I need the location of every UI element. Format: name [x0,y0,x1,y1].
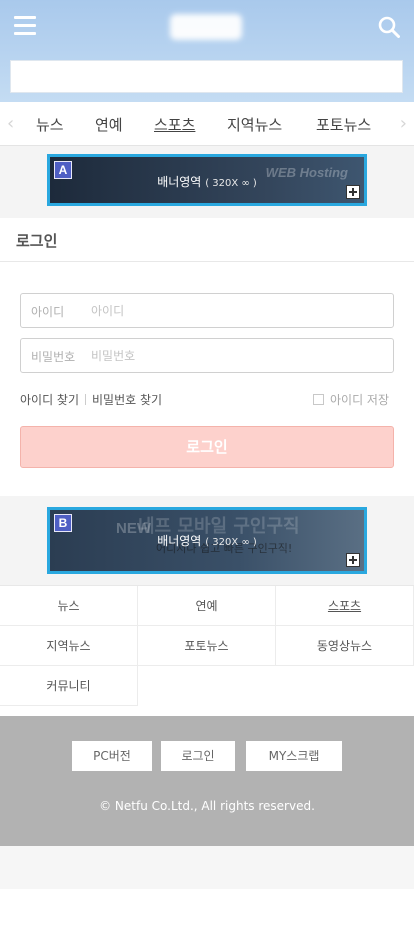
id-input[interactable] [91,294,381,327]
banner-a[interactable]: WEB Hosting A 배너영역 ( 320X ∞ ) [47,154,367,206]
menu-item-label: 연예 [195,599,218,613]
tab-local-news[interactable]: 지역뉴스 [227,114,282,135]
checkbox-icon[interactable] [312,394,324,405]
banner-label-text: 배너영역 [157,175,202,189]
login-button[interactable]: 로그인 [20,426,394,468]
banner-label: 배너영역 ( 320X ∞ ) [50,532,364,549]
banner-label: 배너영역 ( 320X ∞ ) [50,173,364,190]
category-nav: ‹ 뉴스 연예 스포츠 지역뉴스 포토뉴스 › [0,102,414,146]
site-logo[interactable] [170,14,242,40]
hamburger-menu-icon[interactable] [14,16,36,36]
banner-label-text: 배너영역 [157,534,202,548]
bottom-menu: 뉴스 연예 스포츠 지역뉴스 포토뉴스 동영상뉴스 커뮤니티 [0,585,414,706]
banner-size-text: ( 320X ∞ ) [205,178,257,189]
chevron-right-icon[interactable]: › [400,113,407,134]
banner-area-b: NEW 네프 모바일 구인구직 어디서나 쉽고 빠른 구인구직! B 배너영역 … [0,496,414,585]
menu-item-news[interactable]: 뉴스 [0,586,138,626]
my-scrap-button[interactable]: MY스크랩 [246,741,342,771]
login-header: 로그인 [0,218,414,262]
footer: PC버전 로그인 MY스크랩 © Netfu Co.Ltd., All righ… [0,716,414,846]
menu-item-photo-news[interactable]: 포토뉴스 [138,626,276,666]
chevron-left-icon[interactable]: ‹ [7,113,14,134]
footer-login-button[interactable]: 로그인 [161,741,235,771]
header [0,0,414,102]
banner-badge: B [54,514,72,532]
tab-sports[interactable]: 스포츠 [154,114,195,135]
search-input[interactable] [10,60,403,93]
menu-item-local-news[interactable]: 지역뉴스 [0,626,138,666]
menu-item-entertainment[interactable]: 연예 [138,586,276,626]
tab-photo-news[interactable]: 포토뉴스 [316,114,371,135]
tab-entertainment[interactable]: 연예 [95,114,123,135]
menu-item-label: 뉴스 [57,599,80,613]
divider [85,394,87,405]
tab-news[interactable]: 뉴스 [36,114,64,135]
save-id-checkbox[interactable]: 아이디 저장 [312,391,389,408]
password-field[interactable]: 비밀번호 [20,338,394,373]
page-title: 로그인 [16,232,58,250]
menu-item-video-news[interactable]: 동영상뉴스 [276,626,414,666]
password-input[interactable] [91,339,381,372]
password-label: 비밀번호 [31,350,76,364]
id-label: 아이디 [31,305,65,319]
menu-item-label: 커뮤니티 [46,679,91,693]
banner-size-text: ( 320X ∞ ) [205,537,257,548]
find-links: 아이디 찾기 비밀번호 찾기 [20,391,162,408]
pc-version-button[interactable]: PC버전 [72,741,152,771]
menu-item-label: 동영상뉴스 [316,639,373,653]
banner-b[interactable]: NEW 네프 모바일 구인구직 어디서나 쉽고 빠른 구인구직! B 배너영역 … [47,507,367,574]
id-field[interactable]: 아이디 [20,293,394,328]
plus-icon[interactable] [346,553,360,567]
find-password-link[interactable]: 비밀번호 찾기 [92,393,162,407]
find-id-link[interactable]: 아이디 찾기 [20,393,79,407]
plus-icon[interactable] [346,185,360,199]
menu-item-label: 스포츠 [327,599,362,613]
search-icon[interactable] [378,16,400,38]
banner-area-a: WEB Hosting A 배너영역 ( 320X ∞ ) [0,146,414,218]
menu-item-sports[interactable]: 스포츠 [276,586,414,626]
save-id-label: 아이디 저장 [329,393,389,407]
menu-item-label: 지역뉴스 [46,639,91,653]
menu-item-label: 포토뉴스 [184,639,229,653]
menu-item-community[interactable]: 커뮤니티 [0,666,138,706]
copyright: © Netfu Co.Ltd., All rights reserved. [99,799,315,813]
page-bottom-spacer [0,846,414,889]
